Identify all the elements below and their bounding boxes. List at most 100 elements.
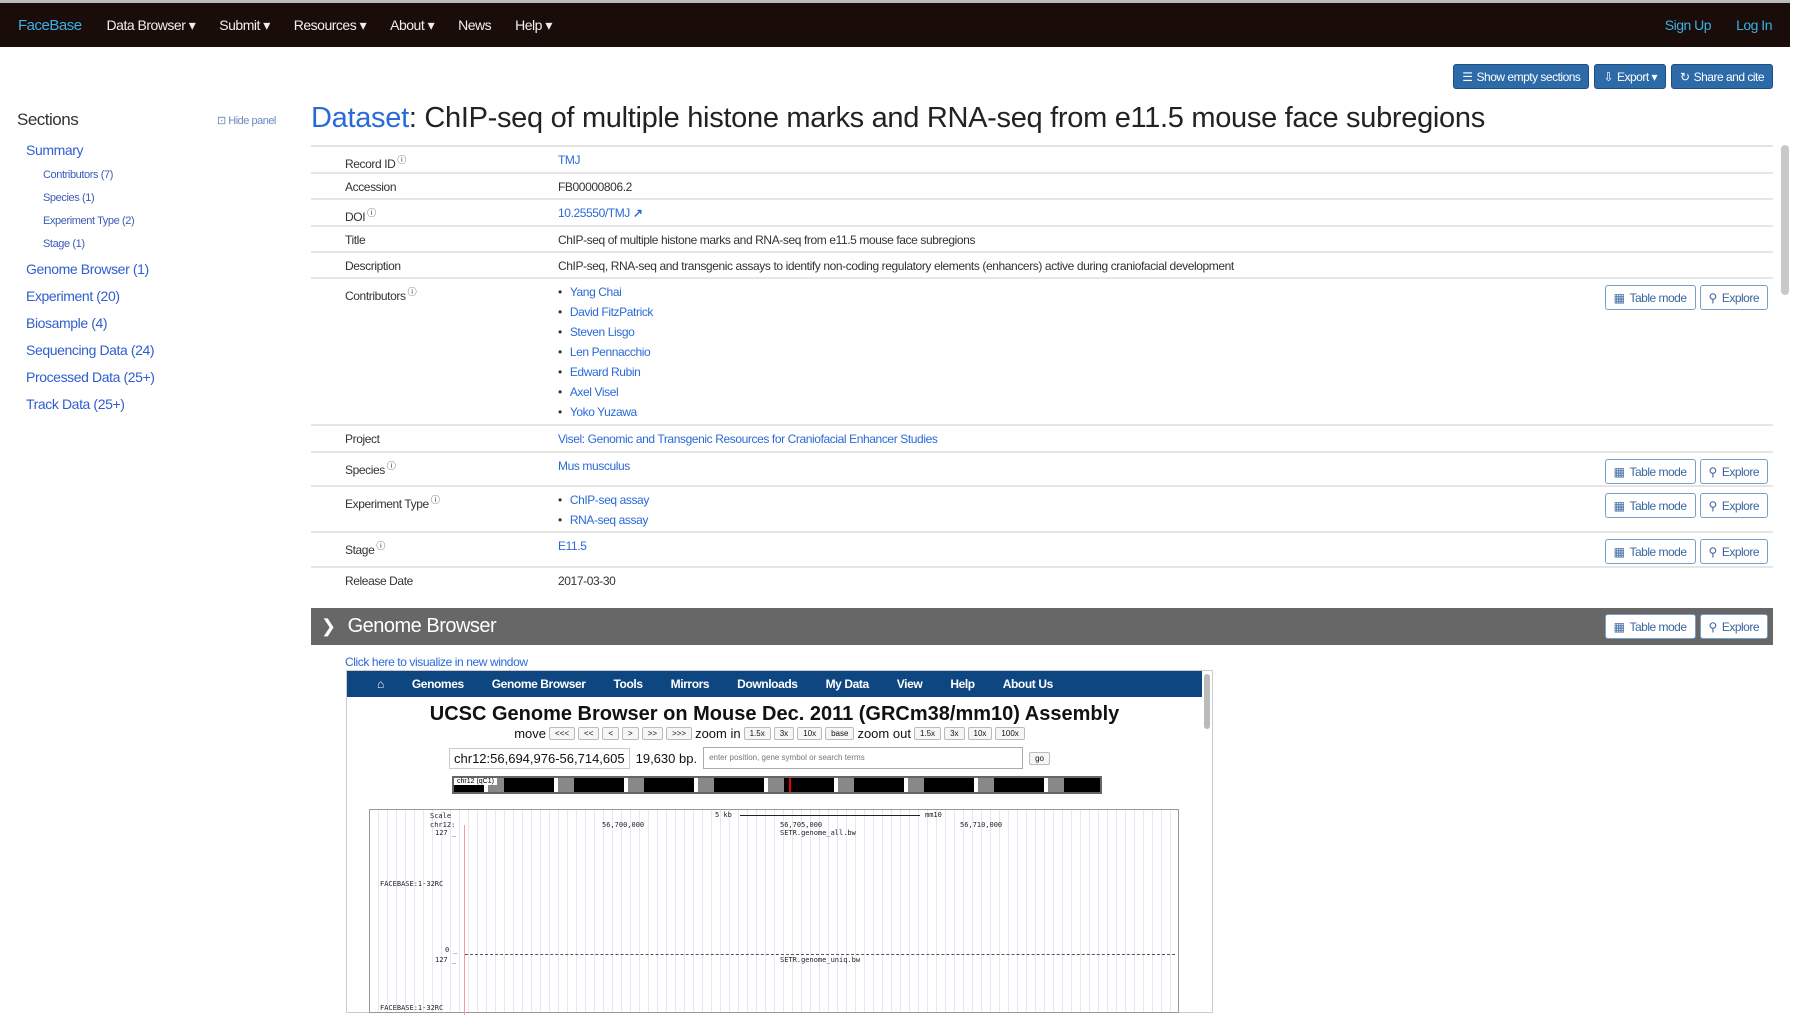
sidebar-item[interactable]: Experiment (20) <box>17 288 287 315</box>
chevron-down-icon[interactable]: ❯ <box>321 616 336 637</box>
top-navbar: FaceBase Data Browser ▾ Submit ▾ Resourc… <box>0 0 1790 47</box>
info-icon[interactable]: ⓘ <box>397 155 406 165</box>
explore-button[interactable]: ⚲ Explore <box>1699 285 1768 310</box>
nav-data-browser[interactable]: Data Browser ▾ <box>107 17 196 34</box>
move-label: move <box>514 726 547 741</box>
chromosome-ideogram[interactable]: chr12 (qC1) <box>452 776 1102 794</box>
ucsc-nav-item[interactable]: Downloads <box>737 677 798 691</box>
move-button[interactable]: > <box>622 727 639 740</box>
zoom-in-button[interactable]: 10x <box>797 727 823 740</box>
zoom-out-button[interactable]: 3x <box>944 727 965 740</box>
page-scrollbar[interactable] <box>1781 145 1789 295</box>
ucsc-nav-item[interactable]: Help <box>950 677 975 691</box>
move-button[interactable]: >>> <box>666 727 693 740</box>
species-link[interactable]: Mus musculus <box>558 459 630 473</box>
move-button[interactable]: >> <box>641 727 664 740</box>
ucsc-nav-item[interactable]: Genomes <box>412 677 464 691</box>
contributor-link[interactable]: Edward Rubin <box>558 365 653 385</box>
sign-up-link[interactable]: Sign Up <box>1665 17 1712 33</box>
table-mode-button[interactable]: ▦ Table mode <box>1604 493 1696 518</box>
contributor-link[interactable]: Steven Lisgo <box>558 325 653 345</box>
info-icon[interactable]: ⓘ <box>408 287 417 297</box>
table-mode-button[interactable]: ▦ Table mode <box>1604 539 1696 564</box>
zoom-in-button[interactable]: 1.5x <box>743 727 771 740</box>
export-button[interactable]: ⇩ Export ▾ <box>1594 64 1667 89</box>
table-mode-button[interactable]: ▦ Table mode <box>1604 459 1696 484</box>
table-mode-button[interactable]: ▦ Table mode <box>1604 285 1696 310</box>
share-cite-button[interactable]: ↻ Share and cite <box>1671 64 1773 89</box>
contributor-link[interactable]: Axel Visel <box>558 385 653 405</box>
record-id-link[interactable]: TMJ <box>558 153 581 167</box>
ucsc-nav-item[interactable]: Mirrors <box>671 677 710 691</box>
dataset-link[interactable]: Dataset <box>311 102 409 134</box>
sidebar-item[interactable]: Species (1) <box>17 192 287 215</box>
position-search-input[interactable]: enter position, gene symbol or search te… <box>703 747 1024 769</box>
sidebar-item[interactable]: Experiment Type (2) <box>17 215 287 238</box>
explore-button[interactable]: ⚲ Explore <box>1699 539 1768 564</box>
move-button[interactable]: << <box>578 727 600 740</box>
table-icon: ▦ <box>1613 619 1625 634</box>
position-display: chr12:56,694,976-56,714,605 <box>449 747 630 769</box>
explore-button[interactable]: ⚲ Explore <box>1699 493 1768 518</box>
explore-button[interactable]: ⚲ Explore <box>1699 459 1768 484</box>
project-link[interactable]: Visel: Genomic and Transgenic Resources … <box>558 432 938 446</box>
sidebar-item[interactable]: Summary <box>17 142 287 169</box>
row-description: Description ChIP-seq, RNA-seq and transge… <box>311 253 1773 279</box>
sidebar-item[interactable]: Biosample (4) <box>17 315 287 342</box>
contributor-link[interactable]: Yang Chai <box>558 285 653 305</box>
contributor-link[interactable]: David FitzPatrick <box>558 305 654 325</box>
zoom-out-button[interactable]: 1.5x <box>913 727 942 740</box>
zoom-out-button[interactable]: 10x <box>967 727 993 740</box>
log-in-link[interactable]: Log In <box>1736 17 1772 33</box>
brand-link[interactable]: FaceBase <box>18 17 82 34</box>
table-mode-button[interactable]: ▦ Table mode <box>1604 614 1696 639</box>
nav-news[interactable]: News <box>458 17 492 33</box>
genome-browser-section-header[interactable]: ❯ Genome Browser ▦ Table mode ⚲ Explore <box>311 608 1773 645</box>
search-icon: ⚲ <box>1708 498 1718 513</box>
track-image[interactable]: Scale 5 kb mm10 chr12: 56,700,000 56,705… <box>369 809 1179 1015</box>
frame-scrollbar[interactable] <box>1204 674 1210 729</box>
sidebar-item[interactable]: Genome Browser (1) <box>17 261 287 288</box>
doi-link[interactable]: 10.25550/TMJ ↗ <box>558 206 643 220</box>
zoom-in-button[interactable]: base <box>825 727 855 740</box>
experiment-type-link[interactable]: RNA-seq assay <box>558 513 649 533</box>
zoom-out-button[interactable]: 100x <box>995 727 1025 740</box>
ucsc-nav-item[interactable]: My Data <box>826 677 870 691</box>
ucsc-title: UCSC Genome Browser on Mouse Dec. 2011 (… <box>429 703 1120 725</box>
nav-about[interactable]: About ▾ <box>390 17 435 34</box>
ucsc-nav-item[interactable]: Genome Browser <box>492 677 586 691</box>
row-title: Title ChIP-seq of multiple histone marks … <box>311 227 1773 253</box>
info-icon[interactable]: ⓘ <box>367 208 376 218</box>
nav-help[interactable]: Help ▾ <box>515 17 552 34</box>
explore-button[interactable]: ⚲ Explore <box>1699 614 1768 639</box>
ucsc-nav-item[interactable]: About Us <box>1003 677 1054 691</box>
stage-link[interactable]: E11.5 <box>558 539 587 553</box>
info-icon[interactable]: ⓘ <box>431 495 440 505</box>
hide-panel-button[interactable]: ⊡ Hide panel <box>217 114 276 127</box>
visualize-new-window-link[interactable]: Click here to visualize in new window <box>345 655 528 669</box>
contributor-link[interactable]: Len Pennacchio <box>558 345 653 365</box>
zoom-in-button[interactable]: 3x <box>773 727 795 740</box>
home-icon[interactable]: ⌂ <box>377 677 384 691</box>
nav-submit[interactable]: Submit ▾ <box>219 17 270 34</box>
go-button[interactable]: go <box>1029 751 1050 765</box>
info-icon[interactable]: ⓘ <box>376 541 385 551</box>
sidebar-item[interactable]: Stage (1) <box>17 238 287 261</box>
move-button[interactable]: < <box>602 727 620 740</box>
export-icon: ⇩ <box>1603 69 1613 84</box>
search-icon: ⚲ <box>1708 464 1718 479</box>
contributor-link[interactable]: Yoko Yuzawa <box>558 405 653 425</box>
sidebar-item[interactable]: Sequencing Data (24) <box>17 342 287 369</box>
show-empty-sections-button[interactable]: ☰ Show empty sections <box>1453 64 1590 89</box>
ucsc-nav-item[interactable]: Tools <box>614 677 644 691</box>
nav-resources[interactable]: Resources ▾ <box>294 17 367 34</box>
region-size: 19,630 bp. <box>635 750 698 766</box>
sidebar-item[interactable]: Track Data (25+) <box>17 396 287 423</box>
search-icon: ⚲ <box>1708 544 1718 559</box>
experiment-type-link[interactable]: ChIP-seq assay <box>558 493 650 513</box>
info-icon[interactable]: ⓘ <box>387 461 396 471</box>
sidebar-item[interactable]: Contributors (7) <box>17 169 287 192</box>
ucsc-nav-item[interactable]: View <box>897 677 923 691</box>
move-button[interactable]: <<< <box>549 727 576 740</box>
sidebar-item[interactable]: Processed Data (25+) <box>17 369 287 396</box>
